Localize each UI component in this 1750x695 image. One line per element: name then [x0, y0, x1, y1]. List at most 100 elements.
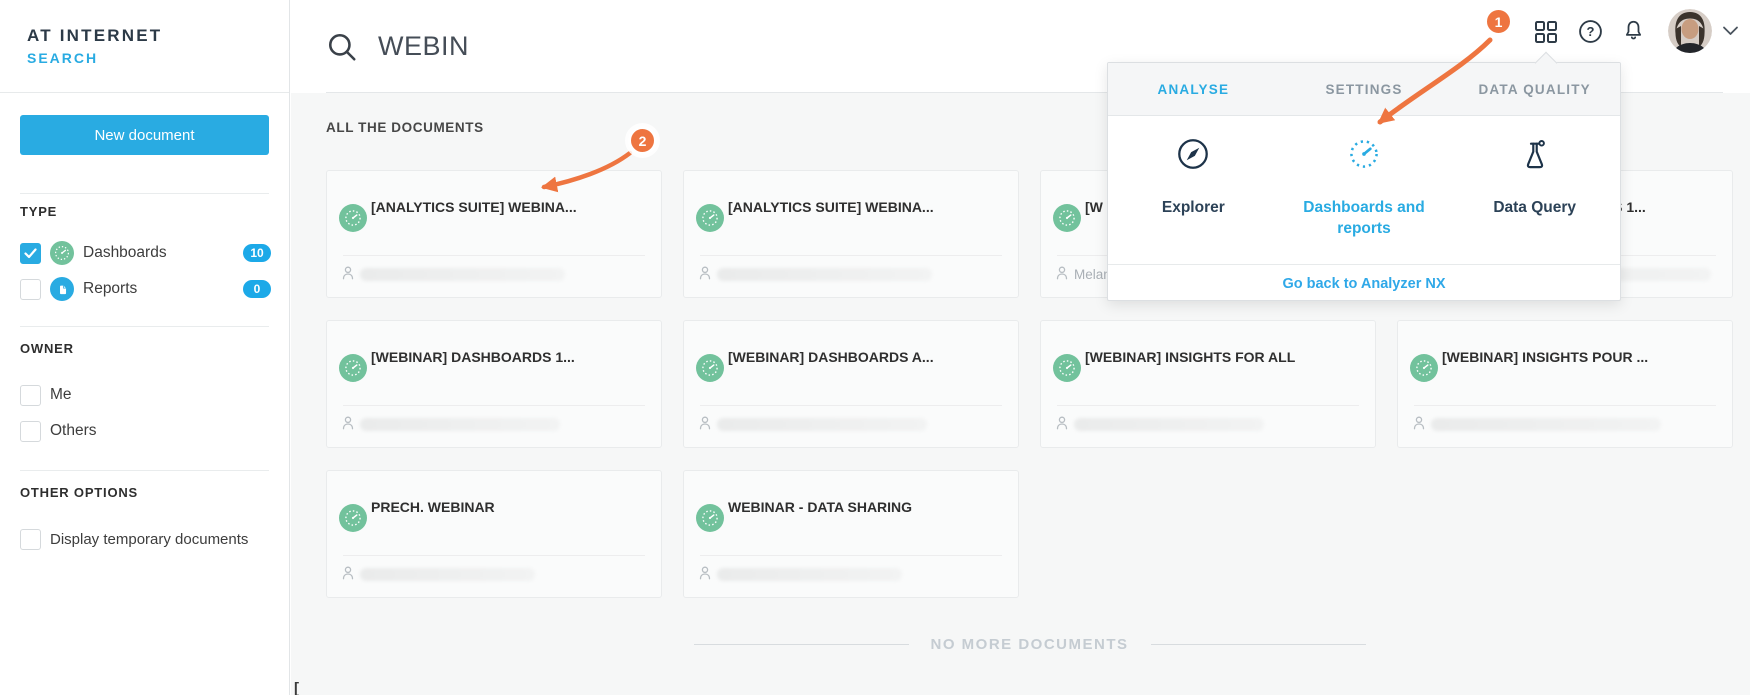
- redacted-owner-bar: [717, 568, 902, 581]
- divider: [20, 326, 269, 327]
- apps-menu-popup: ANALYSE SETTINGS DATA QUALITY Explorer D…: [1107, 62, 1621, 301]
- filter-label: Others: [50, 422, 97, 440]
- clipped-text-fragment: [: [294, 680, 299, 695]
- notifications-bell-icon[interactable]: [1621, 18, 1646, 46]
- filter-row-reports[interactable]: Reports 0: [0, 271, 289, 307]
- document-card[interactable]: [ANALYTICS SUITE] WEBINA...: [683, 170, 1019, 298]
- menu-item-label: Explorer: [1118, 197, 1268, 218]
- brand-product: SEARCH: [27, 50, 289, 66]
- brand-logo: AT INTERNET SEARCH: [0, 0, 289, 93]
- at-internet-search-app: AT INTERNET SEARCH New document TYPE Das…: [0, 0, 1750, 695]
- reports-checkbox[interactable]: [20, 279, 41, 300]
- divider: [343, 405, 645, 406]
- document-card[interactable]: [WEBINAR] DASHBOARDS 1...: [326, 320, 662, 448]
- dashboard-gauge-icon: [50, 241, 74, 265]
- dashboards-checkbox[interactable]: [20, 243, 41, 264]
- redacted-owner-bar: [717, 268, 932, 281]
- gauge-icon: [1348, 138, 1380, 170]
- document-card[interactable]: [WEBINAR] DASHBOARDS A...: [683, 320, 1019, 448]
- reports-count-badge: 0: [243, 280, 271, 298]
- divider: [343, 555, 645, 556]
- divider: [694, 644, 909, 645]
- document-card[interactable]: [WEBINAR] INSIGHTS POUR ...: [1397, 320, 1733, 448]
- document-title: [WEBINAR] INSIGHTS POUR ...: [1442, 349, 1722, 365]
- dashboard-gauge-icon: [339, 354, 367, 382]
- redacted-owner-bar: [717, 418, 927, 431]
- dashboard-gauge-icon: [339, 504, 367, 532]
- filter-label: Reports: [83, 280, 137, 298]
- document-card[interactable]: [ANALYTICS SUITE] WEBINA...: [326, 170, 662, 298]
- tab-data-quality[interactable]: DATA QUALITY: [1449, 63, 1620, 115]
- person-icon: [340, 265, 356, 286]
- document-title: [ANALYTICS SUITE] WEBINA...: [728, 199, 1008, 215]
- others-checkbox[interactable]: [20, 421, 41, 442]
- dashboard-gauge-icon: [696, 504, 724, 532]
- redacted-owner-bar: [1074, 418, 1264, 431]
- brand-name: AT INTERNET: [27, 26, 289, 46]
- search-icon: [326, 31, 358, 63]
- person-icon: [340, 565, 356, 586]
- search-input[interactable]: [376, 30, 900, 63]
- end-of-list: NO MORE DOCUMENTS: [326, 636, 1733, 653]
- dashboard-gauge-icon: [339, 204, 367, 232]
- help-icon[interactable]: ?: [1578, 19, 1603, 47]
- document-card[interactable]: PRECH. WEBINAR: [326, 470, 662, 598]
- person-icon: [1054, 415, 1070, 436]
- flask-icon: [1519, 138, 1551, 170]
- compass-icon: [1177, 138, 1209, 170]
- divider: [700, 555, 1002, 556]
- check-icon: [24, 248, 37, 259]
- svg-text:?: ?: [1587, 24, 1595, 39]
- document-card[interactable]: [WEBINAR] INSIGHTS FOR ALL: [1040, 320, 1376, 448]
- filter-label: Display temporary documents: [50, 531, 248, 548]
- apps-grid-icon[interactable]: [1533, 19, 1559, 48]
- menu-item-label: Data Query: [1460, 197, 1610, 218]
- filter-row-others[interactable]: Others: [0, 414, 289, 448]
- document-card[interactable]: WEBINAR - DATA SHARING: [683, 470, 1019, 598]
- document-title: WEBINAR - DATA SHARING: [728, 499, 1008, 515]
- tab-settings[interactable]: SETTINGS: [1279, 63, 1450, 115]
- temporary-documents-checkbox[interactable]: [20, 529, 41, 550]
- dashboards-count-badge: 10: [243, 244, 271, 262]
- menu-item-explorer[interactable]: Explorer: [1108, 116, 1279, 265]
- divider: [700, 405, 1002, 406]
- menu-item-dashboards-reports[interactable]: Dashboards and reports: [1279, 116, 1450, 265]
- filter-row-temporary-documents[interactable]: Display temporary documents: [0, 522, 289, 556]
- type-section-header: TYPE: [20, 204, 269, 219]
- divider: [1414, 405, 1716, 406]
- document-title: [WEBINAR] INSIGHTS FOR ALL: [1085, 349, 1365, 365]
- divider: [1151, 644, 1366, 645]
- popup-footer: Go back to Analyzer NX: [1108, 264, 1620, 302]
- menu-item-data-query[interactable]: Data Query: [1449, 116, 1620, 265]
- chevron-down-icon[interactable]: [1722, 25, 1739, 40]
- end-of-list-message: NO MORE DOCUMENTS: [931, 636, 1129, 653]
- other-options-section-header: OTHER OPTIONS: [20, 485, 269, 500]
- user-avatar[interactable]: [1668, 9, 1712, 53]
- document-title: PRECH. WEBINAR: [371, 499, 651, 515]
- dashboard-gauge-icon: [1410, 354, 1438, 382]
- person-icon: [697, 415, 713, 436]
- person-icon: [697, 565, 713, 586]
- document-title: [ANALYTICS SUITE] WEBINA...: [371, 199, 651, 215]
- divider: [20, 193, 269, 194]
- filter-label: Me: [50, 386, 72, 404]
- divider: [20, 470, 269, 471]
- person-icon: [1411, 415, 1427, 436]
- new-document-button[interactable]: New document: [20, 115, 269, 155]
- filter-row-dashboards[interactable]: Dashboards 10: [0, 235, 289, 271]
- tab-analyse[interactable]: ANALYSE: [1108, 63, 1279, 115]
- document-title: [WEBINAR] DASHBOARDS 1...: [371, 349, 651, 365]
- dashboard-gauge-icon: [696, 354, 724, 382]
- person-icon: [697, 265, 713, 286]
- report-doc-icon: [50, 277, 74, 301]
- annotation-step-1-badge: 1: [1484, 7, 1513, 36]
- redacted-owner-bar: [360, 268, 565, 281]
- go-back-analyzer-link[interactable]: Go back to Analyzer NX: [1282, 276, 1445, 292]
- dashboard-gauge-icon: [1053, 354, 1081, 382]
- redacted-owner-bar: [1431, 418, 1661, 431]
- me-checkbox[interactable]: [20, 385, 41, 406]
- dashboard-gauge-icon: [696, 204, 724, 232]
- filter-row-me[interactable]: Me: [0, 378, 289, 412]
- redacted-owner-bar: [360, 418, 560, 431]
- document-title: [WEBINAR] DASHBOARDS A...: [728, 349, 1008, 365]
